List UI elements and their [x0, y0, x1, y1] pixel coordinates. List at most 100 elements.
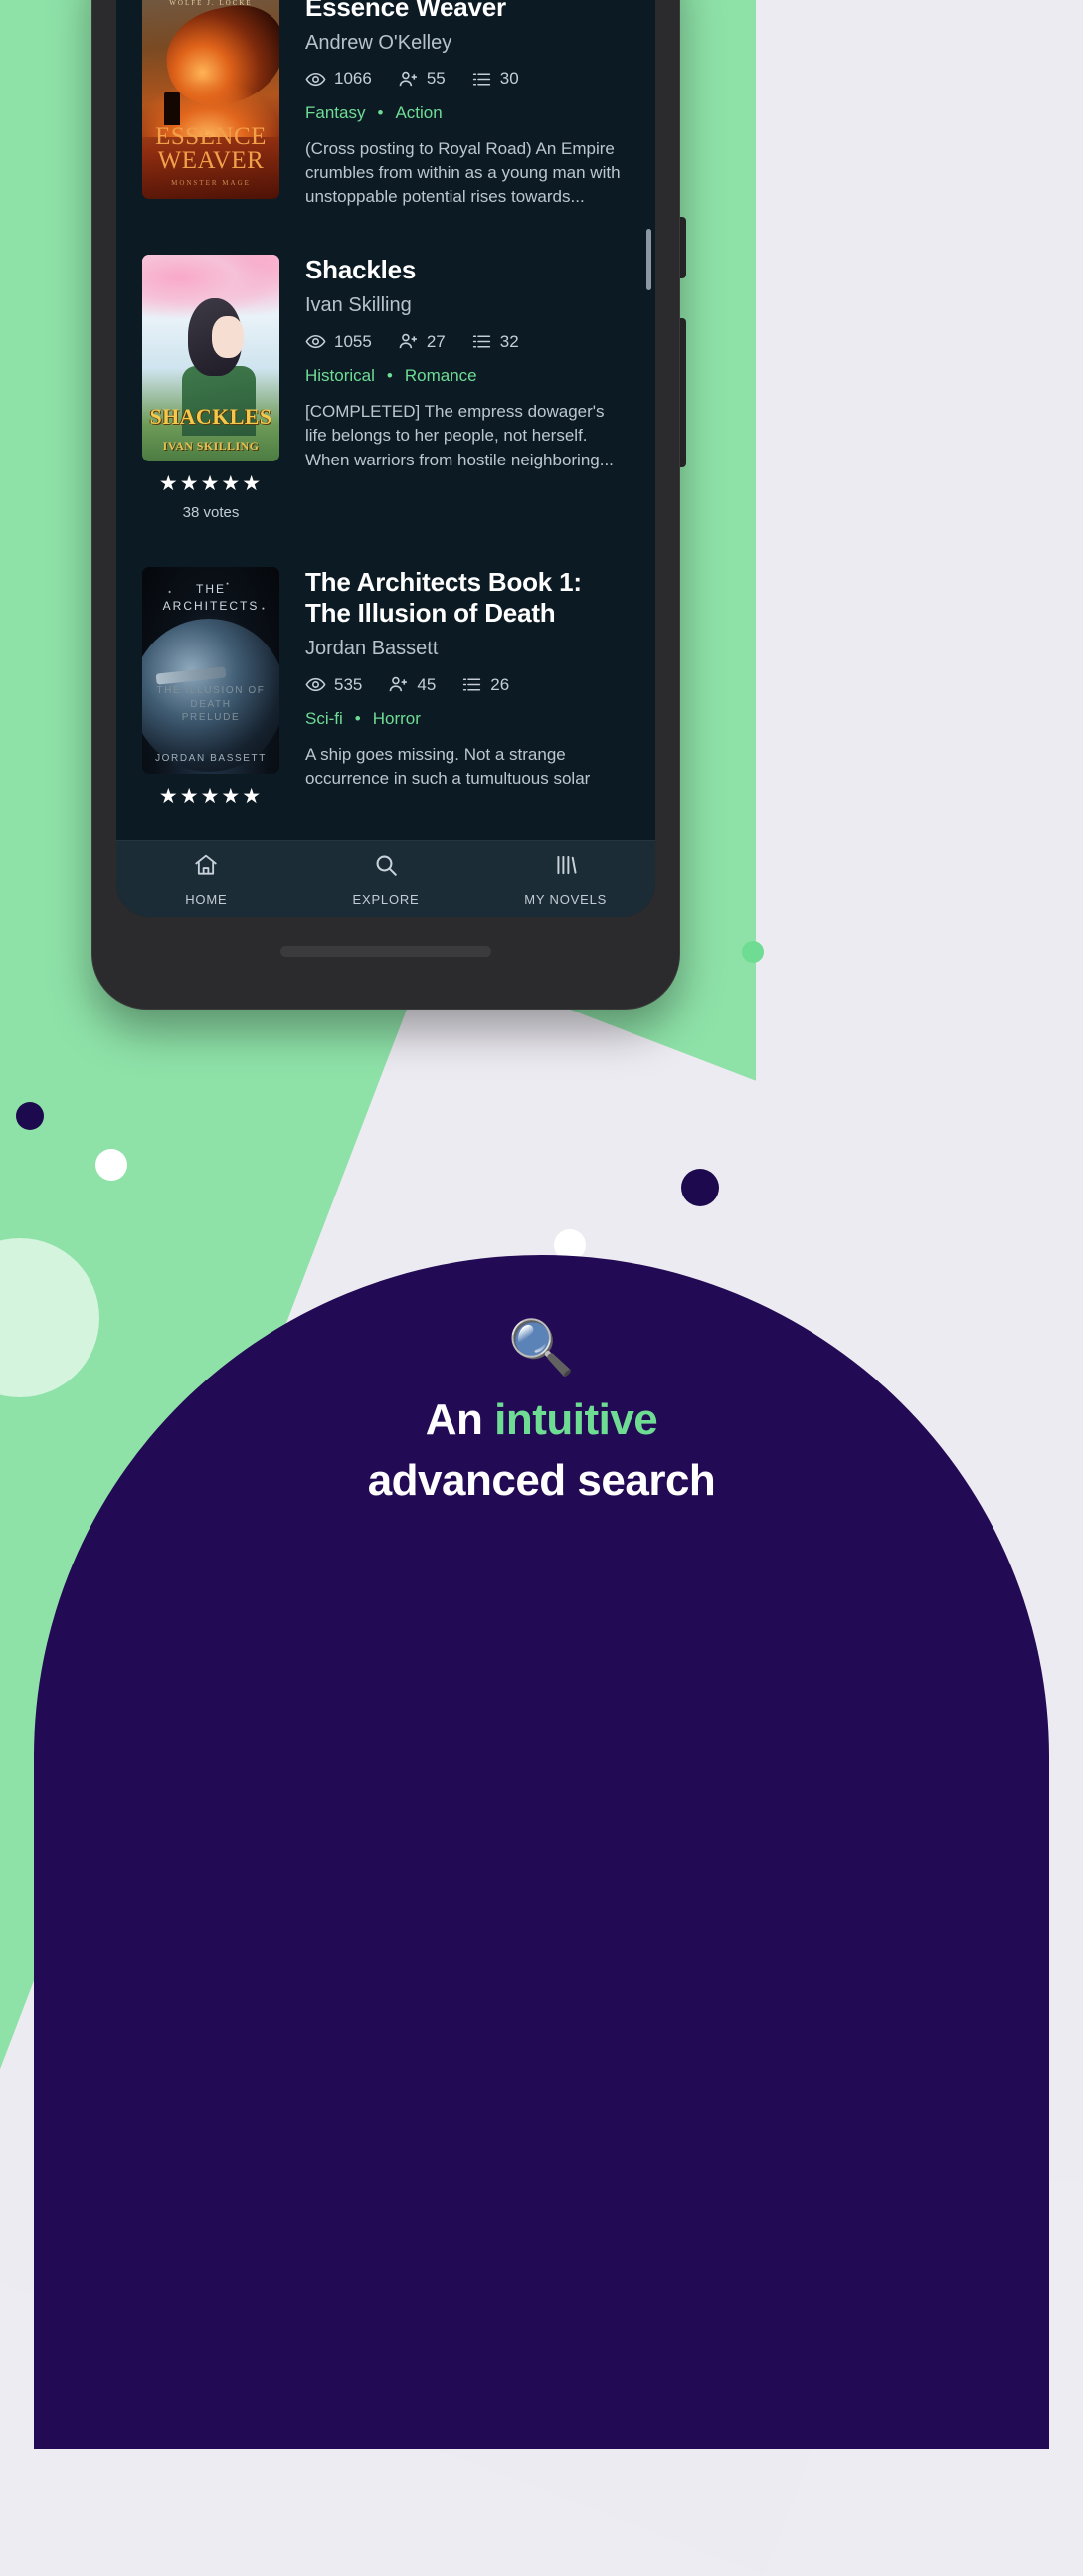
stat-followers-value: 45 — [417, 674, 437, 694]
stat-chapters: 32 — [471, 331, 519, 352]
stat-chapters-value: 32 — [499, 331, 519, 351]
book-title[interactable]: The Architects Book 1: The Illusion of D… — [305, 567, 630, 629]
genre-tag[interactable]: Sci-fi — [305, 709, 343, 729]
rating-votes: 38 votes — [182, 504, 240, 522]
cover-title-line-2: WEAVER — [157, 147, 265, 174]
book-author[interactable]: Ivan Skilling — [305, 293, 630, 317]
cover-art-face — [212, 316, 244, 359]
rating-stars: ★★★★★ — [158, 472, 264, 496]
promo-heading-part1: An — [425, 1395, 495, 1444]
promo-banner: 🔍 An intuitive advanced search — [34, 1255, 1049, 2449]
stat-chapters: 26 — [461, 674, 509, 695]
stat-chapters: 30 — [471, 69, 519, 90]
cover-bottom-text: JORDAN BASSETT — [155, 753, 267, 765]
stat-chapters-value: 26 — [490, 674, 510, 694]
stat-views: 1066 — [305, 69, 372, 90]
stat-views-value: 1066 — [334, 69, 372, 89]
search-icon — [373, 852, 399, 883]
book-cover-image[interactable]: THE ARCHITECTS THE ILLUSION OF DEATH PRE… — [142, 567, 279, 775]
book-author[interactable]: Andrew O'Kelley — [305, 31, 630, 55]
genre-tag[interactable]: Horror — [373, 709, 421, 729]
genre-tag[interactable]: Romance — [405, 366, 477, 386]
scrollbar-thumb[interactable] — [646, 229, 651, 290]
genre-separator: • — [386, 366, 393, 386]
list-item[interactable]: SHACKLES IVAN SKILLING ★★★★★ 38 votes Sh… — [116, 209, 655, 521]
nav-item-my-novels[interactable]: MY NOVELS — [475, 852, 655, 907]
book-cover-column: WOLFE J. LOCKE ESSENCE WEAVER MONSTER MA… — [142, 0, 279, 209]
genre-separator: • — [377, 102, 384, 122]
stat-followers-value: 27 — [426, 331, 446, 351]
promo-heading-part2: advanced search — [367, 1455, 716, 1505]
nav-label-my-novels: MY NOVELS — [524, 891, 608, 907]
decorative-dot-navy-left — [16, 1102, 44, 1130]
cover-title: ESSENCE WEAVER — [142, 123, 279, 174]
book-info-column: Essence Weaver Andrew O'Kelley 1066 55 3… — [279, 0, 630, 209]
book-stats: 535 45 26 — [305, 674, 630, 695]
book-cover-image[interactable]: SHACKLES IVAN SKILLING — [142, 255, 279, 462]
genre-separator: • — [354, 709, 361, 729]
bottom-navigation-bar: HOME EXPLORE MY NOVELS — [116, 840, 655, 917]
stat-followers: 27 — [398, 331, 446, 352]
stat-views: 535 — [305, 674, 362, 695]
cover-top-line-2: ARCHITECTS — [162, 598, 260, 613]
phone-screen: WOLFE J. LOCKE ESSENCE WEAVER MONSTER MA… — [116, 0, 655, 917]
book-list-scroll-area[interactable]: WOLFE J. LOCKE ESSENCE WEAVER MONSTER MA… — [116, 0, 655, 840]
decorative-dot-green-right — [742, 941, 764, 963]
eye-icon — [305, 674, 326, 695]
home-icon — [193, 852, 219, 883]
book-title[interactable]: Shackles — [305, 255, 630, 285]
promo-heading: An intuitive advanced search — [34, 1390, 1049, 1511]
list-icon — [461, 674, 482, 695]
cover-mid-line-2: DEATH — [190, 698, 232, 710]
book-info-column: The Architects Book 1: The Illusion of D… — [279, 567, 630, 807]
eye-icon — [305, 69, 326, 90]
genre-tag[interactable]: Fantasy — [305, 103, 365, 123]
list-icon — [471, 331, 492, 352]
decorative-dot-navy-right — [681, 1169, 719, 1206]
app-root: WOLFE J. LOCKE ESSENCE WEAVER MONSTER MA… — [116, 0, 655, 917]
nav-label-home: HOME — [185, 891, 228, 907]
book-author[interactable]: Jordan Bassett — [305, 637, 630, 660]
stat-followers: 45 — [388, 674, 436, 695]
list-icon — [471, 69, 492, 90]
cover-title-line-1: ESSENCE — [155, 123, 267, 150]
cover-mid-text: THE ILLUSION OF DEATH PRELUDE — [142, 684, 279, 725]
person-add-icon — [398, 69, 419, 90]
book-stats: 1055 27 32 — [305, 331, 630, 352]
cover-mid-line-1: THE ILLUSION OF — [156, 685, 266, 697]
stat-views-value: 1055 — [334, 331, 372, 351]
book-rating: ★★★★★ — [142, 786, 279, 807]
eye-icon — [305, 331, 326, 352]
nav-label-explore: EXPLORE — [352, 891, 420, 907]
magnifier-icon: 🔍 — [507, 1318, 576, 1378]
book-cover-image[interactable]: WOLFE J. LOCKE ESSENCE WEAVER MONSTER MA… — [142, 0, 279, 199]
cover-subtitle: MONSTER MAGE — [171, 179, 251, 187]
stat-views-value: 535 — [334, 674, 363, 694]
cover-mid-line-3: PRELUDE — [181, 712, 241, 724]
book-description: (Cross posting to Royal Road) An Empire … — [305, 138, 621, 207]
book-info-column: Shackles Ivan Skilling 1055 27 32 Histor… — [279, 255, 630, 521]
stat-views: 1055 — [305, 331, 372, 352]
nav-item-explore[interactable]: EXPLORE — [296, 852, 476, 907]
genre-tag[interactable]: Action — [395, 103, 442, 123]
list-item[interactable]: WOLFE J. LOCKE ESSENCE WEAVER MONSTER MA… — [116, 0, 655, 209]
book-genres: Historical • Romance — [305, 366, 630, 386]
book-genres: Sci-fi • Horror — [305, 709, 630, 729]
book-title[interactable]: Essence Weaver — [305, 0, 630, 23]
book-rating: ★★★★★ 38 votes — [142, 473, 279, 521]
cover-art-figure — [164, 92, 180, 125]
list-item[interactable]: THE ARCHITECTS THE ILLUSION OF DEATH PRE… — [116, 521, 655, 807]
library-icon — [553, 852, 579, 883]
stat-chapters-value: 30 — [499, 69, 519, 89]
book-description: [COMPLETED] The empress dowager's life b… — [305, 402, 614, 469]
book-cover-column: THE ARCHITECTS THE ILLUSION OF DEATH PRE… — [142, 567, 279, 807]
book-genres: Fantasy • Action — [305, 103, 630, 123]
decorative-dot-white-left — [95, 1149, 127, 1181]
phone-device-frame: WOLFE J. LOCKE ESSENCE WEAVER MONSTER MA… — [91, 0, 680, 1010]
nav-item-home[interactable]: HOME — [116, 852, 296, 907]
promo-heading-highlight: intuitive — [494, 1395, 658, 1444]
rating-stars: ★★★★★ — [158, 785, 264, 809]
cover-top-line-1: THE — [196, 582, 226, 597]
genre-tag[interactable]: Historical — [305, 366, 375, 386]
book-description: A ship goes missing. Not a strange occur… — [305, 745, 591, 789]
